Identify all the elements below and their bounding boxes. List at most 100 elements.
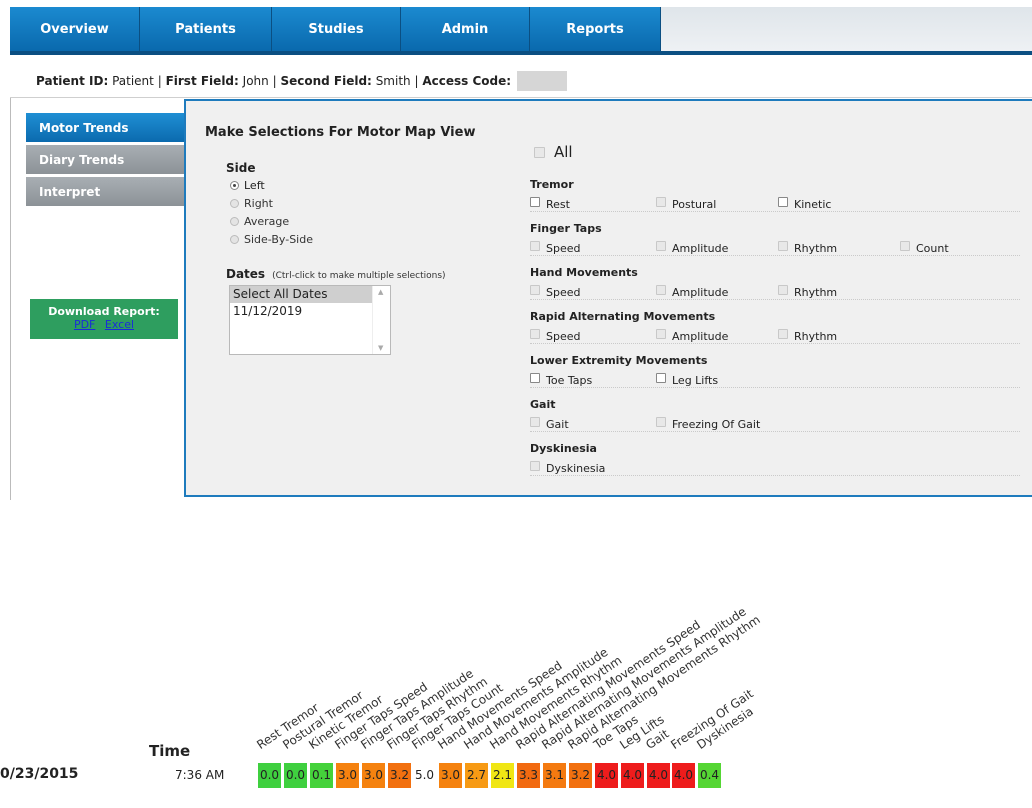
heatmap-cell[interactable]: 4.0 — [621, 763, 644, 788]
checkbox[interactable] — [778, 284, 788, 295]
checkbox-tremor-kinetic[interactable]: Kinetic — [778, 195, 831, 211]
heatmap-cell[interactable]: 3.0 — [336, 763, 359, 788]
tab-reports[interactable]: Reports — [530, 7, 661, 51]
heatmap-cell[interactable]: 4.0 — [647, 763, 670, 788]
radio-label: Side-By-Side — [244, 233, 313, 246]
checkbox-finger-taps-speed[interactable]: Speed — [530, 239, 581, 255]
date-option[interactable]: Select All Dates — [230, 286, 390, 303]
sidebar-item-diary-trends[interactable]: Diary Trends — [26, 145, 184, 174]
content-border — [10, 98, 11, 500]
checkbox-tremor-rest[interactable]: Rest — [530, 195, 570, 211]
checkbox-ram-rhythm[interactable]: Rhythm — [778, 327, 837, 343]
date-option[interactable]: 11/12/2019 — [230, 303, 390, 320]
heatmap-cell[interactable]: 3.2 — [569, 763, 592, 788]
checkbox[interactable] — [656, 328, 666, 339]
dates-label: Dates — [226, 267, 266, 281]
radio-button[interactable] — [230, 217, 239, 226]
checkbox[interactable] — [778, 240, 788, 251]
checkbox-hand-movements-amplitude[interactable]: Amplitude — [656, 283, 728, 299]
checkbox-dyskinesia[interactable]: Dyskinesia — [530, 459, 605, 475]
download-excel-link[interactable]: Excel — [105, 318, 134, 331]
checkbox-toe-taps[interactable]: Toe Taps — [530, 371, 592, 387]
checkbox[interactable] — [656, 284, 666, 295]
checkbox[interactable] — [530, 460, 540, 471]
group-heading-tremor: Tremor — [530, 178, 574, 191]
checkbox[interactable] — [534, 146, 545, 158]
checkbox[interactable] — [656, 196, 666, 207]
checkbox[interactable] — [530, 416, 540, 427]
checkbox[interactable] — [656, 240, 666, 251]
separator: | — [272, 74, 277, 88]
checkbox-finger-taps-amplitude[interactable]: Amplitude — [656, 239, 728, 255]
sidebar-item-interpret[interactable]: Interpret — [26, 177, 184, 206]
sidebar-item-motor-trends[interactable]: Motor Trends — [26, 113, 184, 142]
checkbox-label: Leg Lifts — [672, 374, 719, 387]
checkbox[interactable] — [530, 328, 540, 339]
access-code-value — [517, 71, 568, 91]
radio-label: Average — [244, 215, 290, 228]
checkbox-ram-amplitude[interactable]: Amplitude — [656, 327, 728, 343]
tab-admin[interactable]: Admin — [401, 7, 530, 51]
checkbox-hand-movements-speed[interactable]: Speed — [530, 283, 580, 299]
checkbox[interactable] — [900, 240, 910, 251]
heatmap-cell[interactable]: 3.3 — [517, 763, 540, 788]
checkbox-freezing-of-gait[interactable]: Freezing Of Gait — [656, 415, 760, 431]
checkbox-finger-taps-rhythm[interactable]: Rhythm — [778, 239, 837, 255]
radio-button[interactable] — [230, 181, 239, 190]
checkbox[interactable] — [656, 372, 666, 383]
checkbox-hand-movements-rhythm[interactable]: Rhythm — [778, 283, 837, 299]
side-radio-side-by-side[interactable]: Side-By-Side — [230, 233, 313, 246]
download-pdf-link[interactable]: PDF — [74, 318, 95, 331]
nav-underline — [10, 51, 1032, 55]
top-nav-bar: Overview Patients Studies Admin Reports — [10, 7, 1032, 51]
group-heading-dyskinesia: Dyskinesia — [530, 442, 597, 455]
checkbox[interactable] — [530, 196, 540, 207]
side-radio-left[interactable]: Left — [230, 179, 265, 192]
checkbox[interactable] — [530, 372, 540, 383]
scroll-down-icon[interactable]: ▼ — [378, 344, 383, 352]
heatmap-cell[interactable]: 2.1 — [491, 763, 514, 788]
heatmap-cell[interactable]: 0.0 — [284, 763, 307, 788]
checkbox-label: Speed — [546, 330, 581, 343]
checkbox-leg-lifts[interactable]: Leg Lifts — [656, 371, 719, 387]
tab-overview[interactable]: Overview — [10, 7, 140, 51]
checkbox-finger-taps-count[interactable]: Count — [900, 239, 949, 255]
tab-studies[interactable]: Studies — [272, 7, 401, 51]
radio-button[interactable] — [230, 199, 239, 208]
patient-id-value: Patient — [112, 74, 154, 88]
row-date: 0/23/2015 — [0, 766, 79, 782]
dates-listbox[interactable]: Select All Dates 11/12/2019 ▲ ▼ — [229, 285, 391, 355]
checkbox[interactable] — [530, 240, 540, 251]
heatmap-cell[interactable]: 5.0 — [413, 763, 436, 788]
side-radio-average[interactable]: Average — [230, 215, 289, 228]
heatmap-cell[interactable]: 0.4 — [698, 763, 721, 788]
checkbox[interactable] — [656, 416, 666, 427]
tab-patients[interactable]: Patients — [140, 7, 272, 51]
heatmap-cell[interactable]: 3.2 — [388, 763, 411, 788]
checkbox-tremor-postural[interactable]: Postural — [656, 195, 716, 211]
heatmap-cell[interactable]: 4.0 — [672, 763, 695, 788]
checkbox-label: Speed — [546, 242, 581, 255]
radio-label: Left — [244, 179, 265, 192]
radio-button[interactable] — [230, 235, 239, 244]
checkbox[interactable] — [778, 196, 788, 207]
patient-id-label: Patient ID: — [36, 74, 109, 88]
heatmap-cell[interactable]: 3.0 — [439, 763, 462, 788]
listbox-scrollbar[interactable]: ▲ ▼ — [372, 286, 390, 354]
second-field-value: Smith — [375, 74, 411, 88]
heatmap-cell[interactable]: 4.0 — [595, 763, 618, 788]
checkbox-ram-speed[interactable]: Speed — [530, 327, 581, 343]
heatmap-cell[interactable]: 0.1 — [310, 763, 333, 788]
heatmap-cell[interactable]: 2.7 — [465, 763, 488, 788]
time-column-header: Time — [149, 742, 191, 760]
checkbox[interactable] — [778, 328, 788, 339]
scroll-up-icon[interactable]: ▲ — [378, 288, 383, 296]
heatmap-cell[interactable]: 3.1 — [543, 763, 566, 788]
checkbox[interactable] — [530, 284, 540, 295]
heatmap-cell[interactable]: 0.0 — [258, 763, 281, 788]
side-heading: Side — [226, 161, 256, 175]
select-all-checkbox[interactable]: All — [534, 143, 573, 161]
side-radio-right[interactable]: Right — [230, 197, 273, 210]
checkbox-gait[interactable]: Gait — [530, 415, 569, 431]
heatmap-cell[interactable]: 3.0 — [362, 763, 385, 788]
